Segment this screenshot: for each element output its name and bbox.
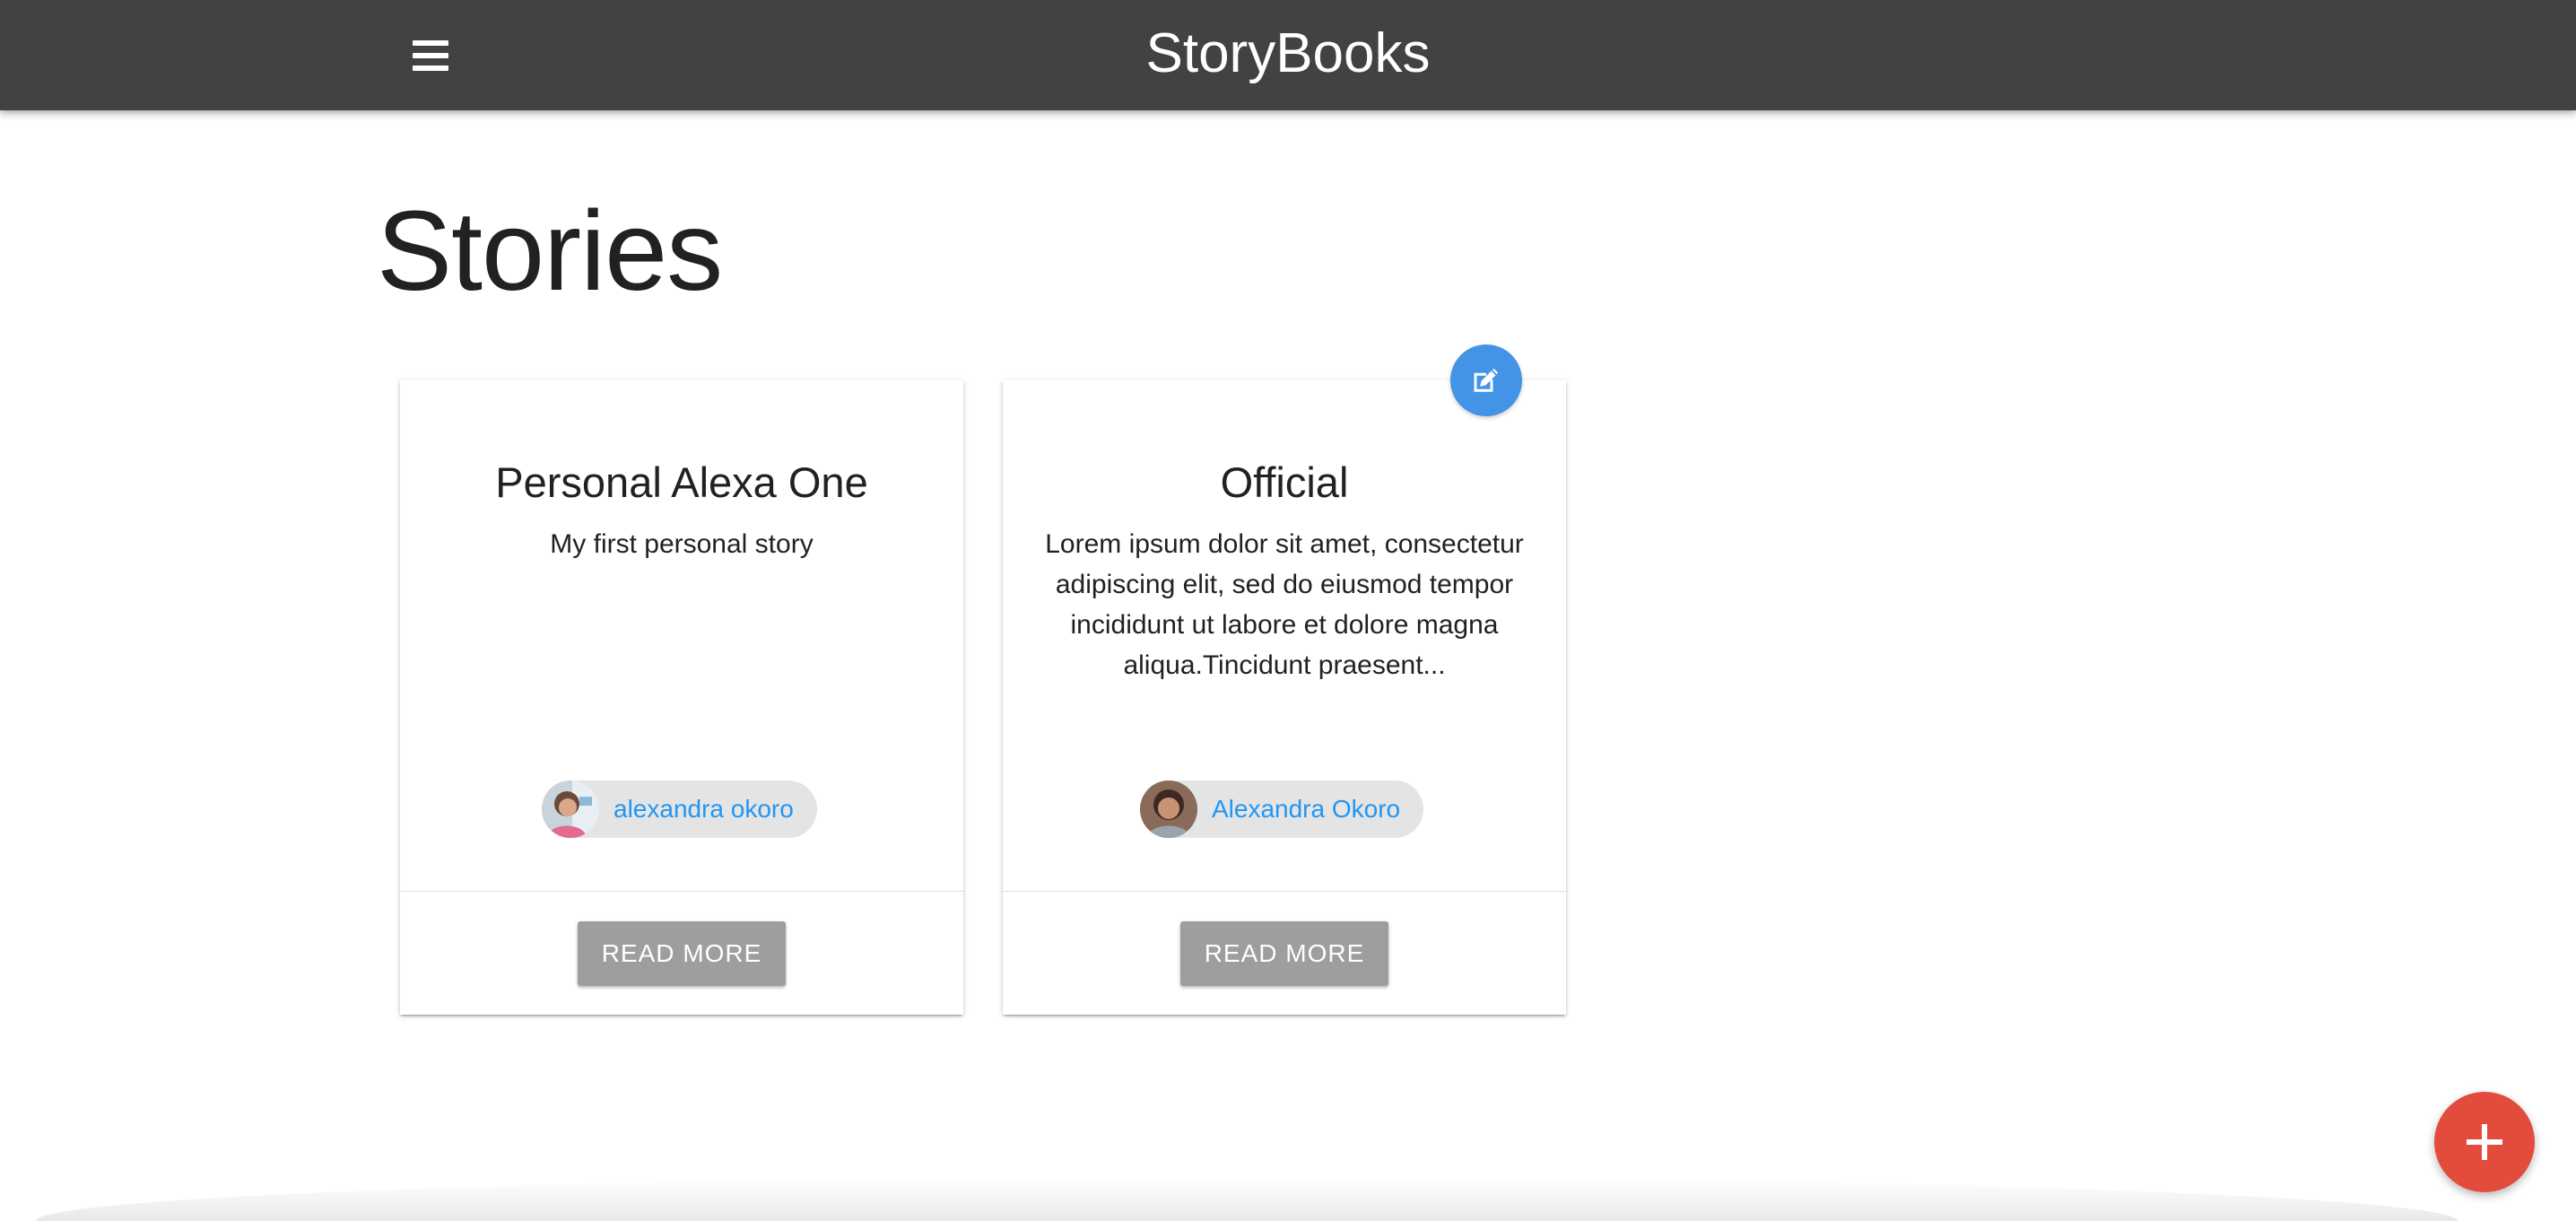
story-card: Personal Alexa One My first personal sto… (400, 380, 963, 1015)
story-card-action: READ MORE (400, 891, 963, 1015)
bottom-shadow (36, 1177, 2458, 1221)
story-card-content: Personal Alexa One My first personal sto… (400, 380, 963, 891)
story-title: Official (1220, 458, 1349, 506)
top-navbar: StoryBooks (0, 0, 2576, 110)
add-story-button[interactable] (2434, 1092, 2535, 1192)
story-title: Personal Alexa One (495, 458, 868, 506)
read-more-button[interactable]: READ MORE (1180, 921, 1388, 986)
edit-story-button[interactable] (1450, 344, 1522, 416)
author-name: Alexandra Okoro (1212, 795, 1401, 823)
story-card: Official Lorem ipsum dolor sit amet, con… (1003, 380, 1566, 1015)
page-title: Stories (377, 188, 723, 314)
story-card-action: READ MORE (1003, 891, 1566, 1015)
story-excerpt: My first personal story (550, 529, 814, 559)
author-name: alexandra okoro (614, 795, 794, 823)
author-chip[interactable]: Alexandra Okoro (1140, 781, 1424, 838)
read-more-button[interactable]: READ MORE (578, 921, 786, 986)
author-chip[interactable]: alexandra okoro (542, 781, 817, 838)
story-excerpt: Lorem ipsum dolor sit amet, consectetur … (1045, 529, 1524, 680)
brand-logo-container: StoryBooks (0, 0, 2576, 110)
brand-logo[interactable]: StoryBooks (1145, 22, 1430, 84)
story-card-content: Official Lorem ipsum dolor sit amet, con… (1003, 380, 1566, 891)
user-avatar (542, 781, 599, 838)
user-avatar (1140, 781, 1197, 838)
edit-icon (1474, 368, 1499, 392)
hamburger-menu-icon[interactable] (405, 31, 456, 81)
